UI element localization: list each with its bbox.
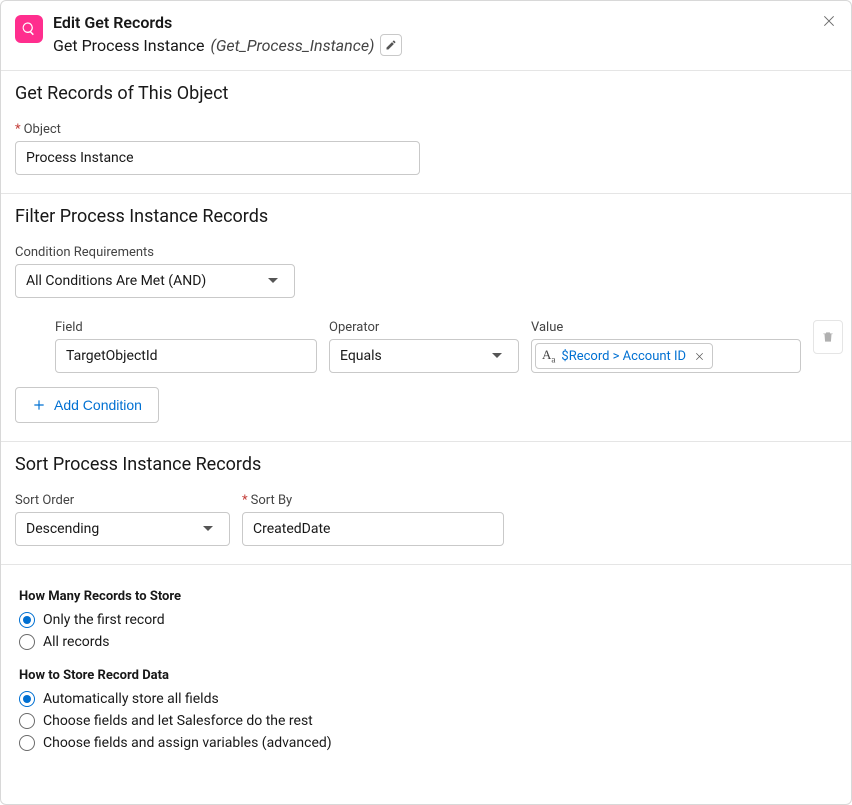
filter-field-col: Field TargetObjectId [55,320,317,373]
value-pill: Aa $Record > Account ID [535,343,713,369]
filter-operator-col: Operator Equals [329,320,519,373]
formula-icon: Aa [542,347,555,365]
trash-icon [821,330,835,344]
filter-field-label: Field [55,320,317,335]
add-condition-button[interactable]: Add Condition [15,387,159,423]
store-section: How Many Records to Store Only the first… [1,565,851,787]
get-records-icon [15,15,43,43]
object-value: Process Instance [26,150,134,166]
how-many-radio-group: Only the first record All records [19,612,833,650]
sort-by-value: CreatedDate [253,521,330,537]
panel-subtitle: Get Process Instance (Get_Process_Instan… [53,34,837,56]
filter-condition-row: Field TargetObjectId Operator Equals Val… [55,320,837,373]
sort-by-label: Sort By [242,493,504,508]
sort-order-col: Sort Order Descending [15,493,230,546]
sort-order-label: Sort Order [15,493,230,508]
radio-icon [19,612,35,628]
filter-operator-value: Equals [340,348,382,364]
pencil-icon [385,39,397,51]
panel-title: Edit Get Records [53,13,837,32]
sort-order-select[interactable]: Descending [15,512,230,546]
filter-value-col: Value Aa $Record > Account ID [531,320,801,373]
sort-section-title: Sort Process Instance Records [15,454,837,475]
condition-requirements-label: Condition Requirements [15,245,837,260]
sort-by-input[interactable]: CreatedDate [242,512,504,546]
radio-icon [19,691,35,707]
how-many-heading: How Many Records to Store [19,589,833,604]
condition-requirements-select[interactable]: All Conditions Are Met (AND) [15,264,295,298]
condition-requirements-value: All Conditions Are Met (AND) [26,273,206,289]
close-icon [821,13,837,29]
radio-choose-fields-salesforce[interactable]: Choose fields and let Salesforce do the … [19,713,833,729]
delete-condition-button[interactable] [813,320,843,354]
radio-choose-fields-advanced[interactable]: Choose fields and assign variables (adva… [19,735,833,751]
radio-icon [19,634,35,650]
value-pill-text: $Record > Account ID [561,349,686,364]
filter-operator-label: Operator [329,320,519,335]
radio-icon [19,735,35,751]
edit-get-records-panel: Edit Get Records Get Process Instance (G… [0,0,852,805]
header-text: Edit Get Records Get Process Instance (G… [53,13,837,56]
element-label: Get Process Instance [53,36,205,55]
filter-field-value: TargetObjectId [66,348,158,364]
radio-icon [19,713,35,729]
chevron-down-icon [197,518,219,540]
close-icon [694,351,705,362]
how-store-radio-group: Automatically store all fields Choose fi… [19,691,833,751]
radio-label: Automatically store all fields [43,691,219,707]
radio-label: All records [43,634,110,650]
radio-only-first-record[interactable]: Only the first record [19,612,833,628]
object-label: Object [15,122,837,137]
chevron-down-icon [486,345,508,367]
object-section-title: Get Records of This Object [15,83,837,104]
sort-by-col: Sort By CreatedDate [242,493,504,546]
object-input[interactable]: Process Instance [15,141,420,175]
filter-section-title: Filter Process Instance Records [15,206,837,227]
radio-label: Choose fields and let Salesforce do the … [43,713,313,729]
how-store-heading: How to Store Record Data [19,668,833,683]
edit-label-button[interactable] [380,34,402,56]
api-name: (Get_Process_Instance) [211,36,375,55]
object-section: Get Records of This Object Object Proces… [1,71,851,194]
filter-value-label: Value [531,320,801,335]
panel-header: Edit Get Records Get Process Instance (G… [1,1,851,71]
add-condition-label: Add Condition [54,397,142,413]
radio-label: Choose fields and assign variables (adva… [43,735,332,751]
plus-icon [32,398,46,412]
chevron-down-icon [262,270,284,292]
close-button[interactable] [819,11,839,31]
sort-order-value: Descending [26,521,99,537]
remove-pill-button[interactable] [692,349,706,363]
radio-auto-store-all[interactable]: Automatically store all fields [19,691,833,707]
trash-col [813,320,843,354]
filter-field-input[interactable]: TargetObjectId [55,339,317,373]
filter-section: Filter Process Instance Records Conditio… [1,194,851,442]
radio-label: Only the first record [43,612,165,628]
sort-section: Sort Process Instance Records Sort Order… [1,442,851,565]
filter-value-input[interactable]: Aa $Record > Account ID [531,339,801,373]
filter-operator-select[interactable]: Equals [329,339,519,373]
radio-all-records[interactable]: All records [19,634,833,650]
